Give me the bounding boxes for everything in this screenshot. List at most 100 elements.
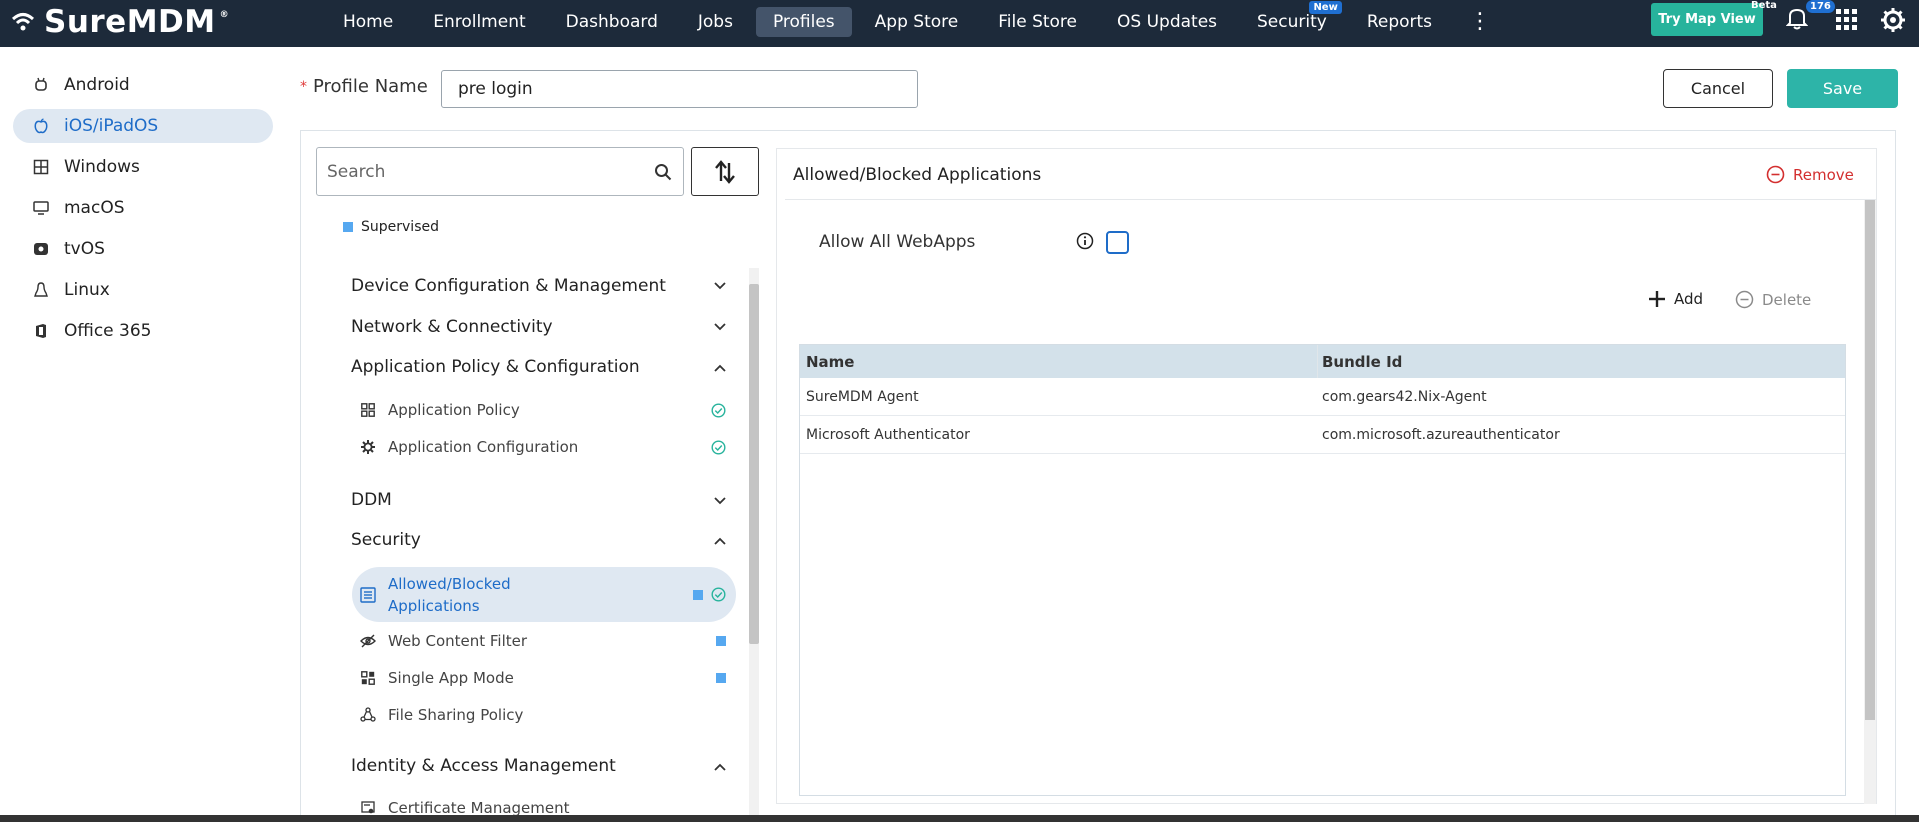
monitor-icon (33, 200, 49, 216)
chevron-down-icon[interactable] (714, 497, 726, 505)
check-circle-icon (711, 439, 726, 455)
new-badge: New (1309, 0, 1342, 14)
apps-grid-icon[interactable] (1836, 9, 1858, 31)
supervised-square-icon (716, 636, 726, 646)
grid-icon (360, 402, 376, 418)
policy-detail-title: Allowed/Blocked Applications (793, 165, 1042, 185)
cancel-button[interactable]: Cancel (1663, 69, 1773, 108)
policy-search (316, 147, 684, 196)
minus-circle-icon (1735, 290, 1754, 309)
profile-name-label-text: Profile Name (313, 76, 428, 97)
windows-icon (33, 159, 49, 175)
nav-dashboard[interactable]: Dashboard (549, 7, 675, 37)
tree-item-single-app-mode[interactable]: Single App Mode (352, 660, 736, 696)
tree-item-label: Single App Mode (388, 669, 514, 687)
sort-button[interactable] (691, 147, 759, 196)
os-item-ios[interactable]: iOS/iPadOS (13, 109, 273, 143)
category-identity-access[interactable]: Identity & Access Management (351, 756, 616, 776)
remove-button[interactable]: Remove (1766, 165, 1854, 184)
gear-icon[interactable] (1880, 7, 1906, 33)
office-icon (33, 323, 49, 339)
tree-item-label: Web Content Filter (388, 632, 528, 650)
more-vertical-icon[interactable]: ⋮ (1469, 9, 1491, 34)
search-icon[interactable] (643, 163, 683, 181)
column-header-bundle-id[interactable]: Bundle Id (1318, 345, 1845, 378)
chevron-down-icon[interactable] (714, 323, 726, 331)
supervised-legend-label: Supervised (361, 219, 439, 235)
bell-icon[interactable] (1786, 6, 1808, 30)
os-item-android[interactable]: Android (13, 68, 273, 102)
top-navbar: SureMDM ® Home Enrollment Dashboard Jobs… (0, 0, 1919, 47)
nav-profiles[interactable]: Profiles (755, 6, 852, 37)
category-security[interactable]: Security (351, 530, 421, 550)
nav-file-store[interactable]: File Store (981, 7, 1094, 37)
supervised-square-icon (343, 222, 353, 232)
tree-item-application-policy[interactable]: Application Policy (352, 392, 736, 428)
nav-reports[interactable]: Reports (1350, 7, 1449, 37)
app-grid-icon (360, 670, 376, 686)
tree-item-status (693, 587, 726, 602)
supervised-square-icon (716, 673, 726, 683)
category-ddm[interactable]: DDM (351, 490, 392, 510)
nav-security[interactable]: Security New (1240, 0, 1344, 37)
nav-jobs[interactable]: Jobs (681, 7, 750, 37)
category-device-configuration[interactable]: Device Configuration & Management (351, 276, 666, 296)
delete-button[interactable]: Delete (1735, 290, 1811, 309)
detail-scrollbar-thumb[interactable] (1865, 200, 1875, 720)
info-icon[interactable] (1076, 232, 1094, 250)
check-circle-icon (711, 402, 726, 418)
tree-item-status (716, 636, 726, 646)
plus-icon (1649, 291, 1665, 307)
chevron-up-icon[interactable] (714, 763, 726, 771)
os-item-macos[interactable]: macOS (13, 191, 273, 225)
profile-name-input[interactable] (441, 70, 918, 108)
category-application-policy[interactable]: Application Policy & Configuration (351, 357, 640, 377)
tree-item-status (716, 673, 726, 683)
nav-os-updates[interactable]: OS Updates (1100, 7, 1234, 37)
applications-table: Name Bundle Id SureMDM Agent com.gears42… (799, 344, 1846, 796)
tree-item-web-content-filter[interactable]: Web Content Filter (352, 623, 736, 659)
beta-label: Beta (1751, 0, 1777, 11)
table-row[interactable]: Microsoft Authenticator com.microsoft.az… (800, 416, 1845, 454)
nav-app-store[interactable]: App Store (858, 7, 976, 37)
search-input[interactable] (317, 161, 643, 182)
os-item-label: Android (64, 75, 130, 95)
os-item-office365[interactable]: Office 365 (13, 314, 273, 348)
tv-icon (33, 241, 49, 257)
os-item-label: Windows (64, 157, 140, 177)
os-item-windows[interactable]: Windows (13, 150, 273, 184)
os-item-label: iOS/iPadOS (64, 116, 159, 136)
try-map-view-button[interactable]: Try Map View (1651, 3, 1763, 36)
eye-off-icon (360, 633, 376, 649)
category-network-connectivity[interactable]: Network & Connectivity (351, 317, 553, 337)
tree-item-file-sharing-policy[interactable]: File Sharing Policy (352, 697, 736, 733)
os-item-linux[interactable]: Linux (13, 273, 273, 307)
save-button[interactable]: Save (1787, 69, 1898, 108)
nav-enrollment[interactable]: Enrollment (416, 7, 542, 37)
sort-arrows-icon (715, 159, 735, 184)
allow-all-webapps-checkbox[interactable] (1106, 231, 1129, 254)
tree-item-status (711, 439, 726, 455)
tree-item-status (711, 402, 726, 418)
table-header: Name Bundle Id (800, 345, 1845, 378)
brand-logo[interactable]: SureMDM ® (10, 0, 229, 44)
tree-item-label: Application Configuration (388, 438, 579, 456)
chevron-up-icon[interactable] (714, 364, 726, 372)
tree-item-allowed-blocked-applications[interactable]: Allowed/Blocked Applications (352, 567, 736, 622)
cell-bundle-id: com.microsoft.azureauthenticator (1322, 426, 1560, 443)
minus-circle-icon (1766, 165, 1785, 184)
notification-count-badge: 176 (1806, 0, 1835, 13)
chevron-down-icon[interactable] (714, 282, 726, 290)
chevron-up-icon[interactable] (714, 537, 726, 545)
os-sidebar: Android iOS/iPadOS Windows macOS tvOS Li… (13, 68, 273, 355)
os-item-label: Linux (64, 280, 110, 300)
os-item-label: macOS (64, 198, 125, 218)
table-row[interactable]: SureMDM Agent com.gears42.Nix-Agent (800, 378, 1845, 416)
tree-item-application-configuration[interactable]: Application Configuration (352, 429, 736, 465)
share-icon (360, 707, 376, 723)
os-item-tvos[interactable]: tvOS (13, 232, 273, 266)
nav-home[interactable]: Home (326, 7, 410, 37)
supervised-square-icon (693, 589, 703, 600)
add-button[interactable]: Add (1648, 290, 1703, 308)
column-header-name[interactable]: Name (800, 345, 1318, 378)
